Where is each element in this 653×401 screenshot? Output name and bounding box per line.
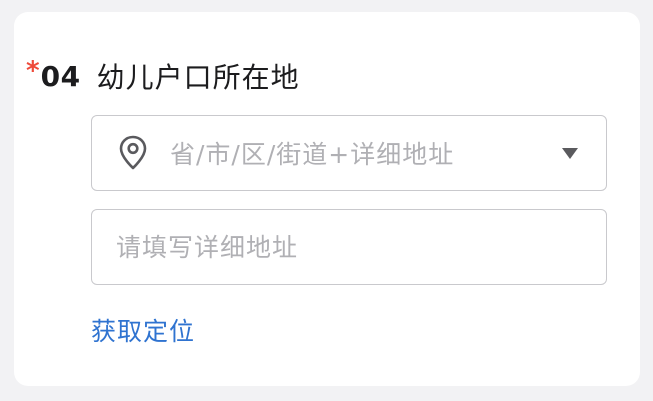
get-location-link[interactable]: 获取定位 xyxy=(91,312,195,348)
detail-address-field[interactable] xyxy=(91,209,607,285)
question-number: 04 xyxy=(40,59,81,93)
region-select-placeholder: 省/市/区/街道+详细地址 xyxy=(170,140,455,169)
required-marker: * xyxy=(26,56,40,86)
detail-address-input[interactable] xyxy=(114,231,588,263)
triangle-down-icon[interactable] xyxy=(562,147,578,159)
question-header: * 04 幼儿户口所在地 xyxy=(26,56,300,96)
address-question-card: * 04 幼儿户口所在地 省/市/区/街道+详细地址 获取定位 xyxy=(14,12,640,386)
question-title: 幼儿户口所在地 xyxy=(96,61,300,94)
location-pin-icon xyxy=(118,135,148,171)
region-select[interactable]: 省/市/区/街道+详细地址 xyxy=(91,115,607,191)
